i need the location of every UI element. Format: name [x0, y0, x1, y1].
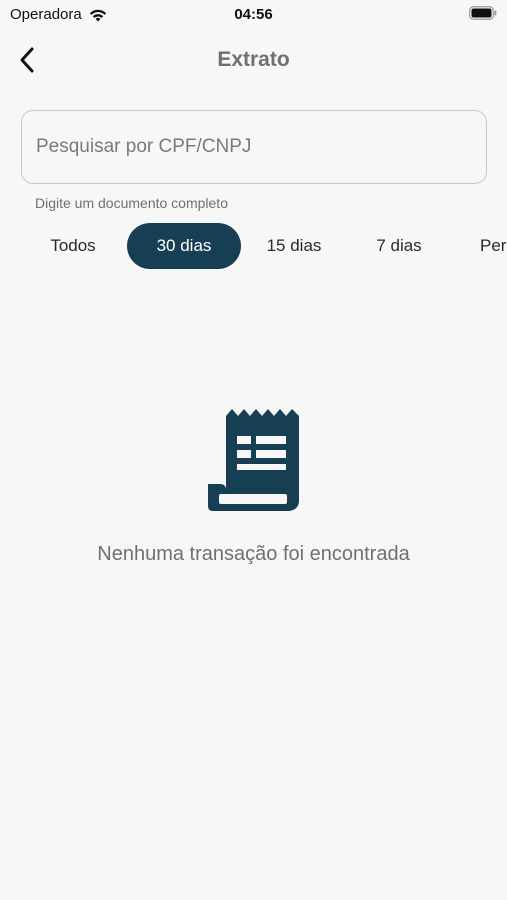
- filter-chip-todos[interactable]: Todos: [21, 223, 125, 269]
- search-hint: Digite um documento completo: [35, 195, 228, 211]
- search-input[interactable]: [22, 111, 486, 183]
- filter-chip-30-dias[interactable]: 30 dias: [127, 223, 241, 269]
- page-title: Extrato: [217, 48, 290, 71]
- period-filter: Todos 30 dias 15 dias 7 dias Pers: [0, 223, 507, 271]
- extrato-screen: Operadora 04:56 Extrato Digite um docume…: [0, 0, 507, 900]
- filter-chip-personalizado[interactable]: Pers: [480, 223, 507, 269]
- status-bar: Operadora 04:56: [0, 0, 507, 30]
- filter-chip-15-dias[interactable]: 15 dias: [242, 223, 346, 269]
- filter-chip-7-dias[interactable]: 7 dias: [348, 223, 450, 269]
- status-clock: 04:56: [234, 6, 273, 23]
- battery-icon: [469, 6, 497, 20]
- header: Extrato: [0, 40, 507, 80]
- receipt-icon: [208, 409, 299, 511]
- empty-state-message: Nenhuma transação foi encontrada: [97, 543, 410, 565]
- search-field[interactable]: [21, 110, 487, 184]
